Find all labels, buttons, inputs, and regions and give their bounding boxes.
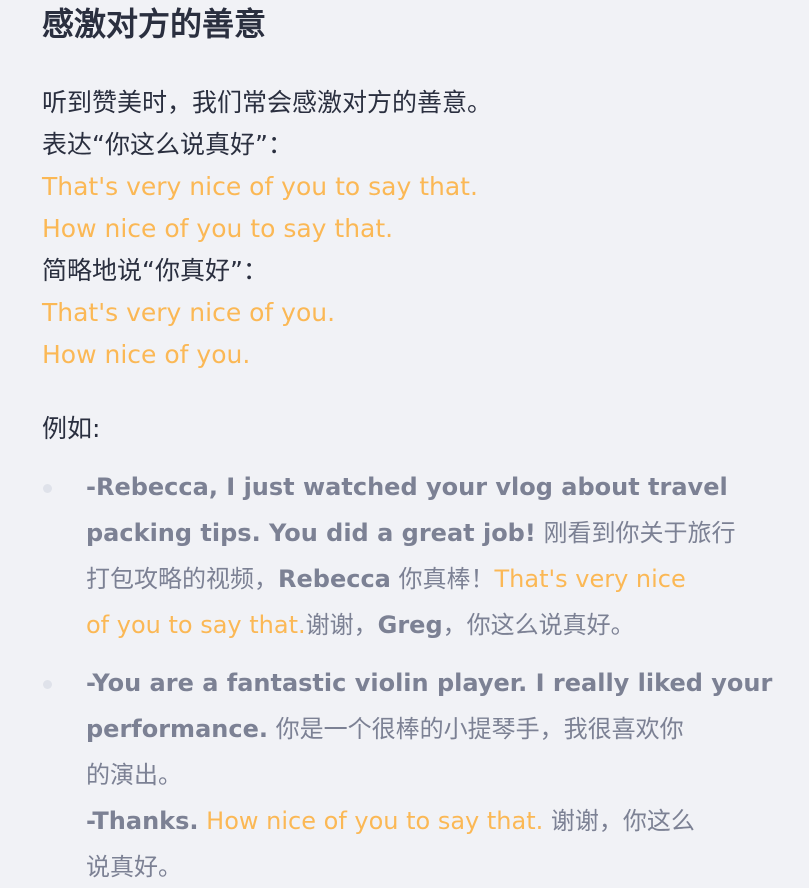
intro-section: 听到赞美时，我们常会感激对方的善意。 表达“你这么说真好”： That's ve…: [42, 82, 782, 376]
article-page: 感激对方的善意 听到赞美时，我们常会感激对方的善意。 表达“你这么说真好”： T…: [0, 0, 809, 888]
example-2-highlight-line-4: How nice of you to say that.: [198, 807, 544, 835]
example-1-zh-line-2: 刚看到你关于旅行: [535, 519, 736, 547]
example-1-zh-line-4b: ，你这么说真好。: [442, 611, 635, 639]
example-1-highlight-line-3: That's very nice: [494, 565, 686, 593]
phrase-3: That's very nice of you.: [42, 298, 336, 327]
list-item: -Rebecca, I just watched your vlog about…: [0, 464, 809, 648]
example-2-en-line-2: performance.: [86, 715, 268, 743]
example-1-highlight-line-4: of you to say that.: [86, 611, 306, 639]
page-title: 感激对方的善意: [42, 5, 267, 43]
example-1-zh-line-4a: 谢谢，: [305, 611, 378, 639]
example-1-zh-line-3b: 你真棒！: [390, 565, 495, 593]
phrase-4: How nice of you.: [42, 340, 251, 369]
list-item: -You are a fantastic violin player. I re…: [0, 660, 809, 888]
example-1-en-line-1: -Rebecca, I just watched your vlog about…: [86, 473, 728, 501]
example-2-en-line-4: -Thanks.: [86, 807, 199, 835]
intro-line-2: 表达“你这么说真好”：: [42, 130, 293, 159]
example-1-en-line-4: Greg: [377, 611, 443, 639]
example-2-zh-line-4: 谢谢，你这么: [543, 807, 695, 835]
example-1-en-line-3: Rebecca: [278, 565, 391, 593]
bullet-icon: [43, 680, 52, 689]
bullet-icon: [43, 484, 52, 493]
example-2-zh-line-5: 说真好。: [86, 853, 182, 881]
example-label: 例如:: [42, 414, 101, 443]
intro-line-1: 听到赞美时，我们常会感激对方的善意。: [42, 88, 493, 117]
intro-line-3: 简略地说“你真好”：: [42, 256, 268, 285]
example-1-en-line-2: packing tips. You did a great job!: [86, 519, 536, 547]
example-2-zh-line-2: 你是一个很棒的小提琴手，我很喜欢你: [267, 715, 684, 743]
example-1-zh-line-3a: 打包攻略的视频，: [86, 565, 278, 593]
example-list: -Rebecca, I just watched your vlog about…: [0, 464, 809, 888]
example-2-en-line-1: -You are a fantastic violin player. I re…: [86, 669, 773, 697]
phrase-2: How nice of you to say that.: [42, 214, 394, 243]
phrase-1: That's very nice of you to say that.: [42, 172, 478, 201]
example-2-zh-line-3: 的演出。: [86, 761, 182, 789]
